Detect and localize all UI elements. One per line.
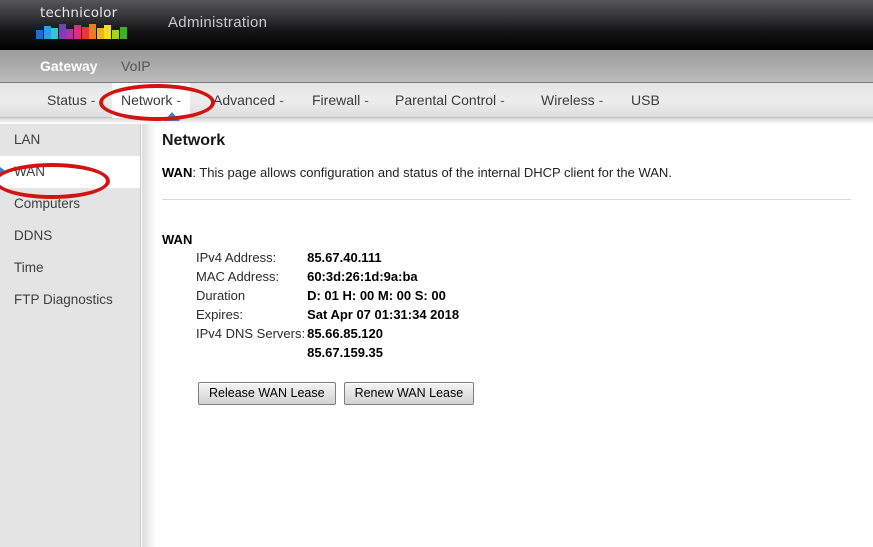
technicolor-logo[interactable]: technicolor [36, 6, 132, 44]
tab-firewall[interactable]: Firewall - [303, 83, 378, 118]
content-pane: Network WAN: This page allows configurat… [156, 124, 873, 547]
sidebar-item-label: DDNS [14, 228, 53, 243]
sidebar-item-label: LAN [14, 132, 41, 147]
chevron-down-icon: - [176, 92, 182, 108]
table-row: IPv4 Address: 85.67.40.111 [196, 250, 459, 269]
chevron-down-icon: - [500, 92, 505, 108]
table-row: Duration D: 01 H: 00 M: 00 S: 00 [196, 288, 459, 307]
brand-wordmark: technicolor [40, 5, 118, 21]
wan-status-table-body: IPv4 Address: 85.67.40.111 MAC Address: 60:… [196, 250, 459, 364]
wan-row-value: 85.66.85.120 [307, 326, 383, 341]
section-link-gateway[interactable]: Gateway [40, 58, 98, 74]
sidebar-item-lan[interactable]: LAN [0, 124, 140, 156]
tab-label: Firewall [312, 92, 361, 108]
tab-label: USB [631, 92, 660, 108]
sidebar-item-label: FTP Diagnostics [14, 292, 113, 307]
sidebar-item-label: WAN [14, 164, 45, 179]
sidebar-active-pointer-icon [0, 167, 7, 177]
tab-label: Wireless [541, 92, 595, 108]
tab-label: Parental Control [395, 92, 497, 108]
sidebar-item-ddns[interactable]: DDNS [0, 220, 140, 252]
tab-label: Advanced [213, 92, 276, 108]
wan-row-value: Sat Apr 07 01:31:34 2018 [307, 307, 460, 322]
wan-lease-button-row: Release WAN Lease Renew WAN Lease [198, 382, 482, 405]
wan-row-value: D: 01 H: 00 M: 00 S: 00 [307, 288, 446, 303]
brand-bar-3 [51, 28, 59, 39]
page-description-separator: : [192, 165, 196, 180]
wan-row-label: Expires: [196, 307, 243, 322]
brand-bar-10 [104, 25, 112, 39]
wan-section-title: WAN [162, 232, 193, 247]
page-description-text: This page allows configuration and statu… [199, 165, 672, 180]
sidebar-item-label: Time [14, 260, 44, 275]
brand-bar-6 [74, 25, 81, 39]
sidebar: LAN WAN Computers DDNS Time FTP Diagnostics [0, 124, 141, 547]
brand-bar-5 [66, 29, 74, 39]
wan-row-label: MAC Address: [196, 269, 280, 284]
brand-bar-11 [112, 30, 119, 39]
table-row: 85.67.159.35 [196, 345, 459, 364]
sidebar-item-ftp-diagnostics[interactable]: FTP Diagnostics [0, 284, 140, 316]
brand-bar-12 [119, 27, 127, 39]
tab-status[interactable]: Status - [38, 83, 104, 118]
wan-row-label [196, 345, 307, 364]
top-header: technicolor Administration [0, 0, 873, 50]
wan-row-value: 85.67.159.35 [307, 345, 383, 360]
sidebar-item-wan[interactable]: WAN [0, 156, 140, 188]
brand-rainbow-bars [36, 24, 130, 39]
chevron-down-icon: - [279, 92, 284, 108]
wan-row-value: 60:3d:26:1d:9a:ba [307, 269, 418, 284]
sidebar-shadow [142, 124, 156, 547]
tab-usb[interactable]: USB [622, 83, 669, 118]
tab-label: Network [121, 92, 173, 108]
description-divider [162, 199, 851, 200]
chevron-down-icon: - [364, 92, 369, 108]
wan-row-value: 85.67.40.111 [307, 250, 382, 265]
tab-wireless[interactable]: Wireless - [532, 83, 612, 118]
brand-bar-9 [96, 28, 104, 39]
table-row: IPv4 DNS Servers: 85.66.85.120 [196, 326, 459, 345]
page-description: WAN: This page allows configuration and … [162, 165, 672, 180]
release-wan-lease-button[interactable]: Release WAN Lease [198, 382, 336, 405]
brand-bar-1 [36, 30, 43, 39]
app-title: Administration [168, 14, 268, 31]
tab-label: Status [47, 92, 87, 108]
tab-advanced[interactable]: Advanced - [204, 83, 293, 118]
sidebar-item-label: Computers [14, 196, 81, 211]
page-description-key: WAN [162, 165, 193, 180]
brand-bar-8 [89, 24, 97, 39]
brand-bar-7 [81, 27, 89, 39]
sidebar-item-computers[interactable]: Computers [0, 188, 140, 220]
sidebar-item-time[interactable]: Time [0, 252, 140, 284]
section-bar: Gateway VoIP [0, 50, 873, 83]
wan-row-label: Duration [196, 288, 246, 303]
table-row: MAC Address: 60:3d:26:1d:9a:ba [196, 269, 459, 288]
brand-bar-2 [43, 26, 51, 39]
wan-row-label: IPv4 Address: [196, 250, 277, 265]
tab-parental-control[interactable]: Parental Control - [386, 83, 514, 118]
page-title: Network [162, 132, 226, 149]
table-row: Expires: Sat Apr 07 01:31:34 2018 [196, 307, 459, 326]
section-link-voip[interactable]: VoIP [121, 58, 151, 74]
brand-bar-4 [58, 24, 66, 39]
wan-row-label: IPv4 DNS Servers: [196, 326, 306, 341]
chevron-down-icon: - [90, 92, 96, 108]
wan-status-table: IPv4 Address: 85.67.40.111 MAC Address: 60:… [196, 250, 459, 364]
chevron-down-icon: - [598, 92, 604, 108]
active-tab-pointer-icon [164, 112, 180, 121]
main-tab-strip: Status - Network - Advanced - Firewall - Parenta… [0, 83, 873, 118]
renew-wan-lease-button[interactable]: Renew WAN Lease [343, 382, 475, 405]
